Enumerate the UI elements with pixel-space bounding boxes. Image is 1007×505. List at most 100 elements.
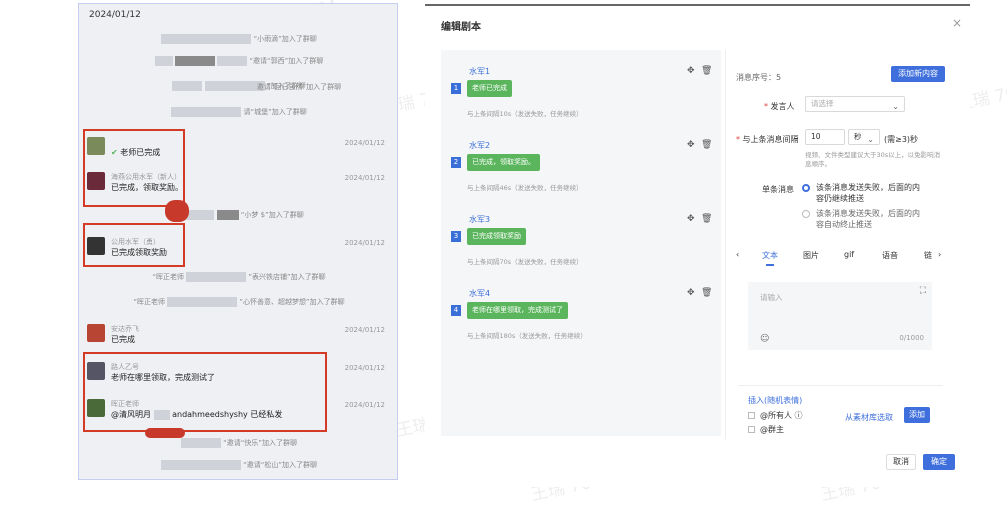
system-message: “小梦 $”加入了群聊 [79, 210, 397, 220]
speaker-label: * 发言人 [764, 102, 795, 111]
single-message-label: 单条消息 [762, 185, 794, 194]
system-message: 邀请“回日自然”加入了群聊 [256, 83, 342, 91]
item-name: 水军4 [469, 289, 491, 298]
avatar [87, 324, 105, 342]
highlight-box [83, 223, 185, 267]
interval-unit-select[interactable]: 秒 ⌄ [848, 129, 880, 145]
message-bubble: 已完成领取奖励 [467, 228, 526, 245]
divider [738, 385, 943, 386]
system-message: “邀请“郭西”加入了群聊 [79, 56, 397, 66]
interval-label: * 与上条消息间隔 [736, 135, 799, 144]
tab-underline [766, 264, 774, 266]
message-time: 2024/01/12 [344, 364, 385, 372]
option-stop: 该条消息发送失败，后面的内容自动终止推送 [816, 209, 920, 229]
blurred-name [180, 438, 221, 448]
dialog-title: 编辑剧本 [441, 22, 481, 33]
interval-note: 与上条间隔70s（发送失败，任务继续） [467, 258, 583, 266]
item-number: 3 [451, 231, 461, 242]
input-placeholder: 请输入 [760, 293, 783, 302]
expand-icon[interactable]: ⛶ [920, 286, 926, 296]
item-name: 水军1 [469, 67, 491, 76]
system-message: “邀请“松山”加入了群聊 [79, 460, 397, 470]
interval-note: 与上条间隔10s（发送失败，任务继续） [467, 110, 583, 118]
move-icon[interactable]: ✥ [687, 214, 695, 224]
tab-text[interactable]: 文本 [762, 250, 778, 261]
item-number: 4 [451, 305, 461, 316]
blurred-name [160, 460, 241, 470]
blurred-name [161, 34, 252, 44]
trash-icon[interactable]: 🗑 [701, 140, 712, 150]
add-button[interactable]: 添加 [904, 407, 930, 423]
radio-stop[interactable] [802, 210, 810, 218]
blurred-name [186, 272, 247, 282]
chat-screenshot: 2024/01/12 “小雨滴”加入了群聊 “邀请“郭西”加入了群聊 “加入了群… [78, 3, 398, 480]
chevron-down-icon: ⌄ [892, 102, 899, 111]
trash-icon[interactable]: 🗑 [701, 66, 712, 76]
tab-image[interactable]: 图片 [803, 250, 819, 261]
from-library-link[interactable]: 从素材库选取 [845, 412, 893, 423]
tab-gif[interactable]: gif [844, 250, 854, 259]
blurred-name [174, 56, 215, 66]
move-icon[interactable]: ✥ [687, 288, 695, 298]
redacted-mark [145, 428, 185, 438]
message-time: 2024/01/12 [344, 174, 385, 182]
emoji-icon[interactable]: ☺ [760, 334, 769, 344]
highlight-box [83, 129, 185, 207]
move-icon[interactable]: ✥ [687, 140, 695, 150]
owner-label: @群主 [760, 425, 784, 434]
confirm-button[interactable]: 确定 [923, 454, 955, 470]
system-message: “邀请“快乐”加入了群聊 [79, 438, 397, 448]
system-message: “晖正老师 ”表兴铁店铺”加入了群聊 [152, 272, 326, 282]
blurred-name [154, 56, 173, 66]
tab-voice[interactable]: 语音 [882, 250, 898, 261]
interval-note: 与上条间隔46s（发送失败，任务继续） [467, 184, 583, 192]
close-icon[interactable]: × [952, 16, 962, 30]
message-bubble: 已完成，领取奖励。 [467, 154, 540, 171]
blurred-name [172, 81, 203, 91]
chevron-right-icon[interactable]: › [938, 250, 941, 259]
blurred-name [167, 297, 238, 307]
chevron-left-icon[interactable]: ‹ [736, 250, 739, 259]
interval-hint: (需≥3)秒 [884, 135, 919, 144]
char-counter: 0/1000 [899, 334, 924, 342]
message-text: 已完成 [111, 335, 135, 344]
move-icon[interactable]: ✥ [687, 66, 695, 76]
blurred-name [216, 210, 239, 220]
chevron-down-icon: ⌄ [867, 135, 874, 144]
radio-continue[interactable] [802, 184, 810, 192]
message-sender: 安达乔飞 [111, 325, 139, 333]
message-editor: 消息序号：5 添加新内容 * 发言人 请选择 ⌄ * 与上条消息间隔 10 秒 … [725, 50, 955, 440]
blurred-name [171, 107, 242, 117]
message-time: 2024/01/12 [344, 401, 385, 409]
message-bubble: 老师在哪里领取，完成测试了 [467, 302, 568, 319]
trash-icon[interactable]: 🗑 [701, 288, 712, 298]
message-input[interactable]: 请输入 ⛶ ☺ 0/1000 [748, 282, 932, 350]
tab-link[interactable]: 链 [924, 250, 932, 261]
help-icon: ⓘ [794, 411, 803, 420]
blurred-name [217, 56, 248, 66]
item-name: 水军2 [469, 141, 491, 150]
sequence-label: 消息序号：5 [736, 73, 782, 82]
add-content-button[interactable]: 添加新内容 [891, 66, 945, 82]
highlight-box [83, 352, 327, 432]
interval-input[interactable]: 10 [805, 129, 845, 145]
speaker-select[interactable]: 请选择 ⌄ [805, 96, 905, 112]
owner-checkbox[interactable] [748, 426, 755, 433]
chat-date: 2024/01/12 [89, 10, 141, 20]
interval-tip: 视频、文件类型建议大于30s以上，以免影响消息顺序。 [805, 151, 941, 168]
cancel-button[interactable]: 取消 [886, 454, 916, 470]
option-continue: 该条消息发送失败，后面的内容仍继续推送 [816, 183, 920, 203]
interval-note: 与上条间隔180s（发送失败，任务继续） [467, 332, 587, 340]
trash-icon[interactable]: 🗑 [701, 214, 712, 224]
redacted-mark [165, 200, 189, 222]
all-members-checkbox[interactable] [748, 412, 755, 419]
message-time: 2024/01/12 [344, 326, 385, 334]
message-time: 2024/01/12 [344, 239, 385, 247]
script-list: 水军1 ✥ 🗑 1 老师已完成 与上条间隔10s（发送失败，任务继续） 水军2 … [441, 50, 721, 436]
item-name: 水军3 [469, 215, 491, 224]
system-message: “晖正老师 ”心怀善意、超越梦想”加入了群聊 [133, 297, 345, 307]
message-bubble: 老师已完成 [467, 80, 512, 97]
edit-script-dialog: 编辑剧本 × 水军1 ✥ 🗑 1 老师已完成 与上条间隔10s（发送失败，任务继… [425, 4, 970, 487]
message-time: 2024/01/12 [344, 139, 385, 147]
insert-label[interactable]: 插入(随机表情) [748, 395, 802, 406]
